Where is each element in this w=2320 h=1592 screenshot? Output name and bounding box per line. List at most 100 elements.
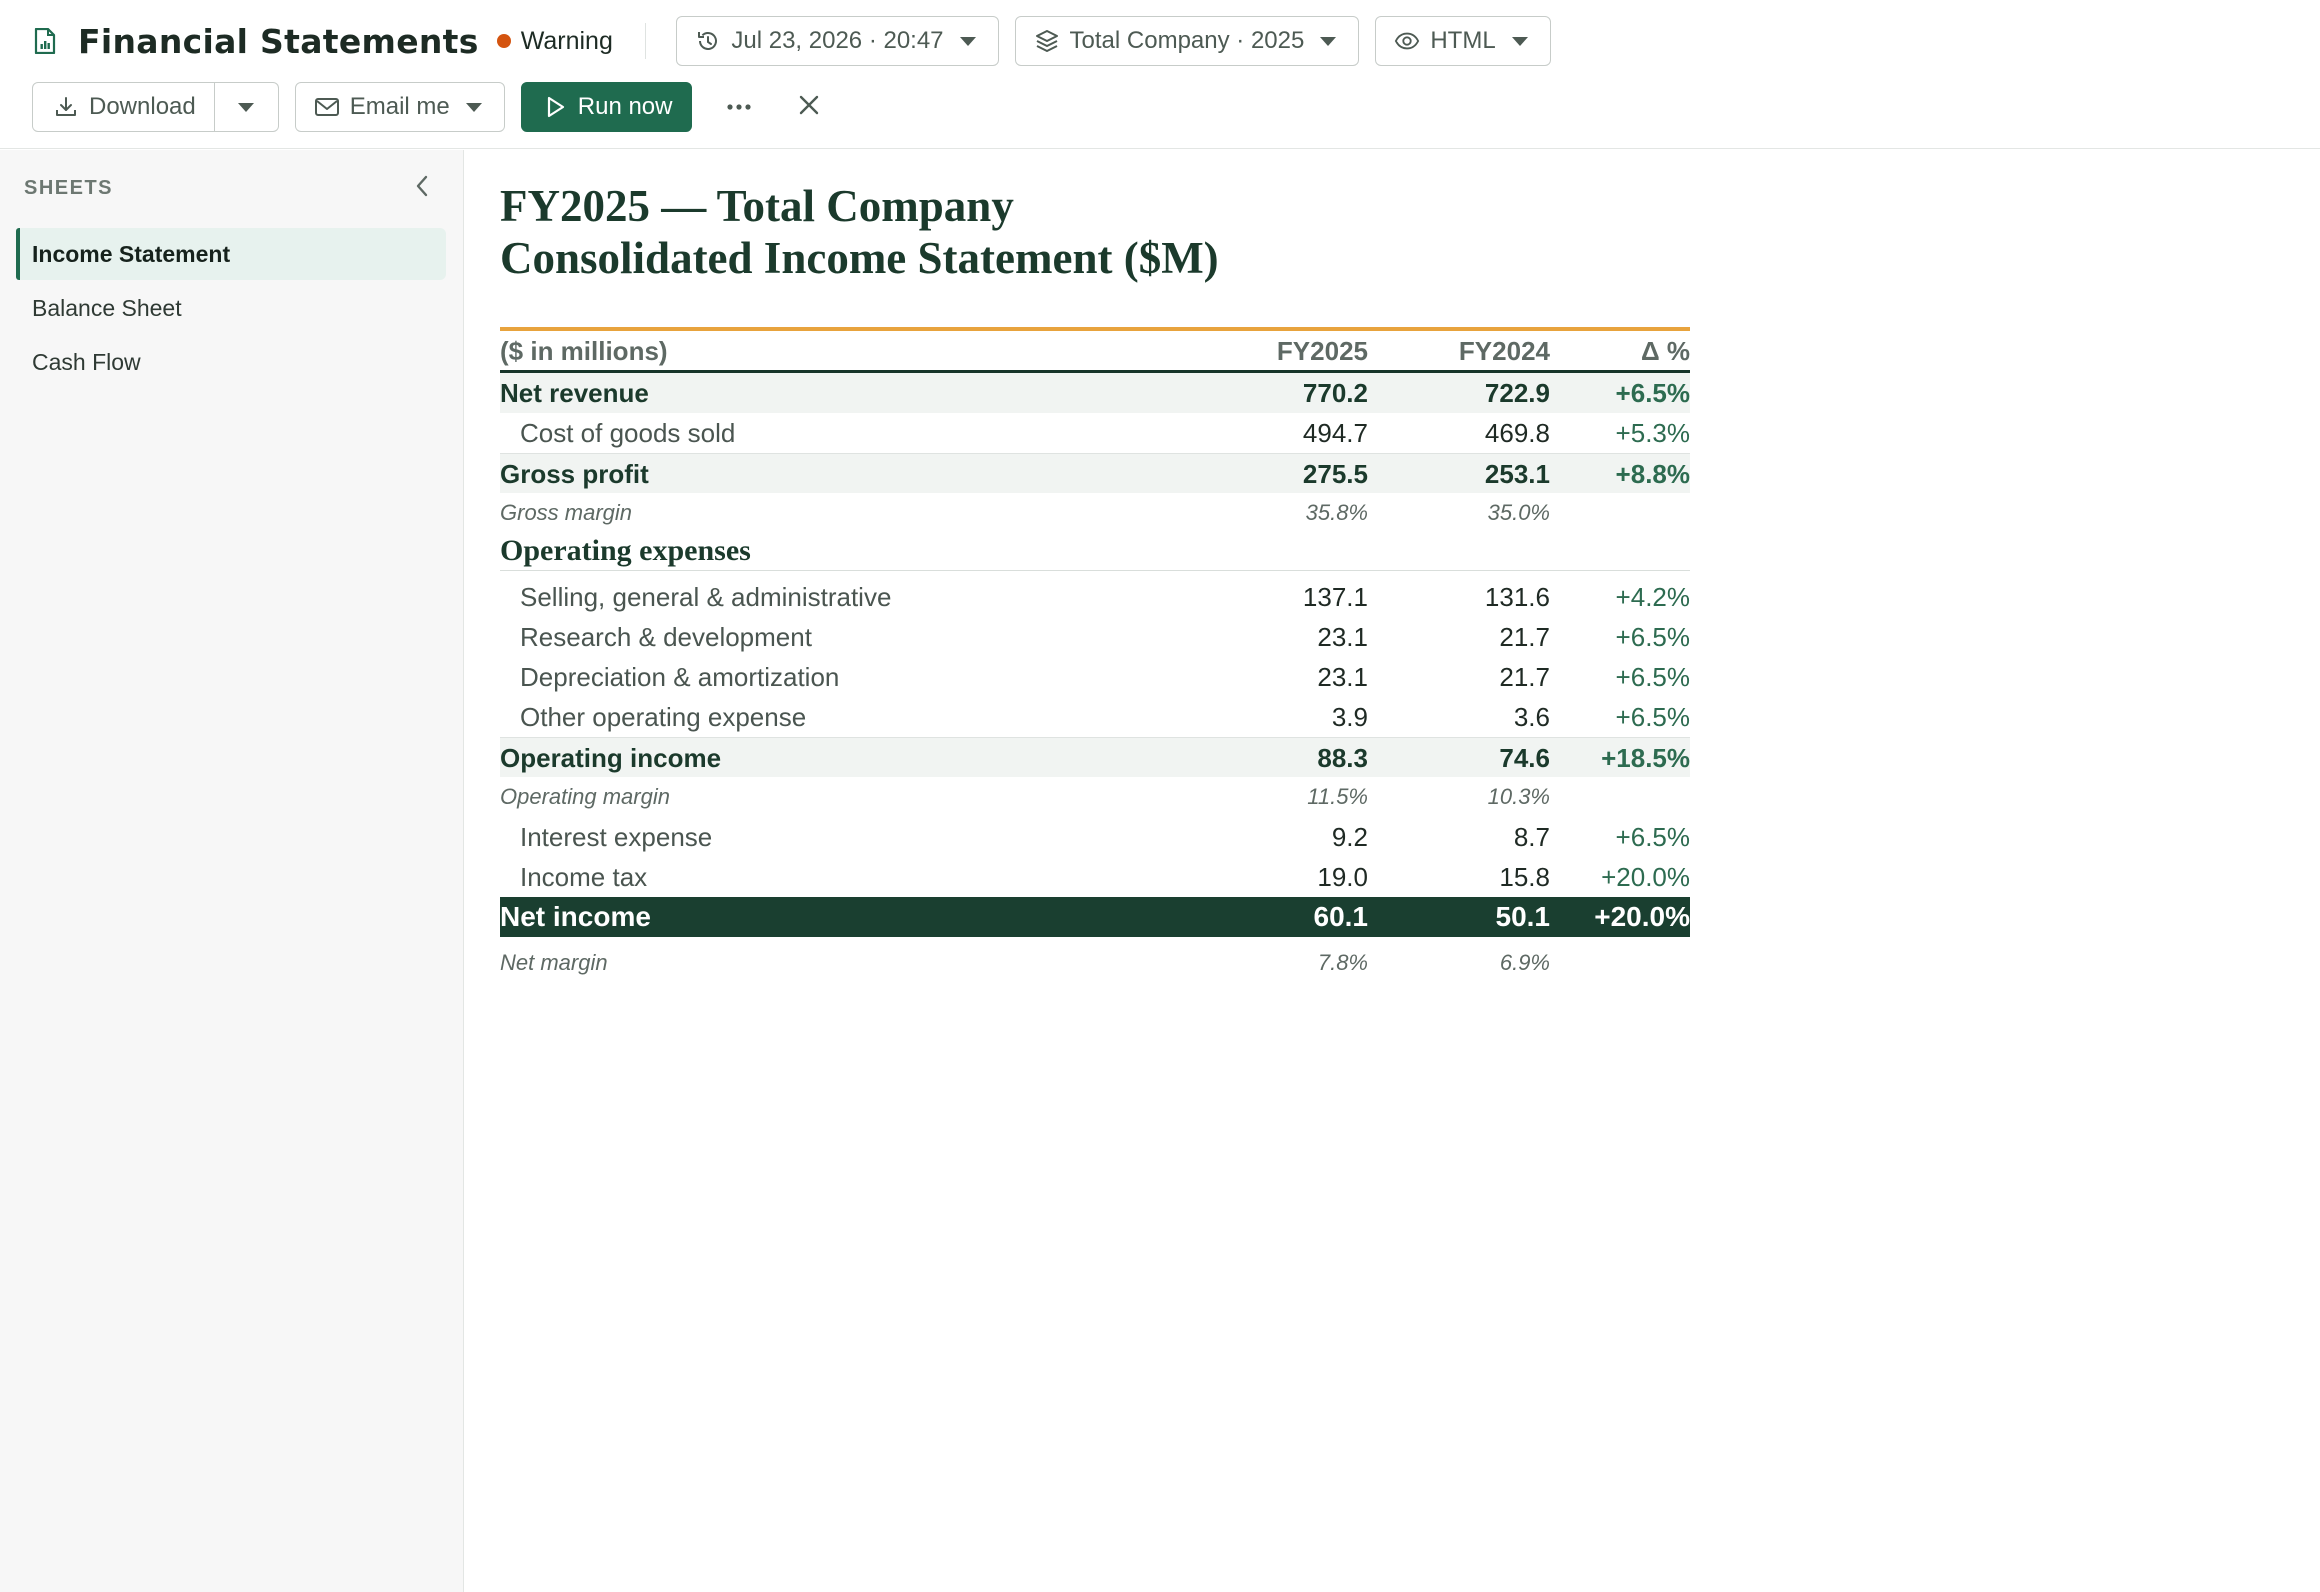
- report-header: Financial Statements Warning Jul 23, 202…: [0, 0, 2320, 149]
- scope-dropdown[interactable]: Total Company · 2025: [1014, 16, 1360, 66]
- value-fy2025: 60.1: [1313, 901, 1369, 932]
- row-depreciation: Depreciation & amortization 23.1 21.7 +6…: [500, 657, 1690, 697]
- email-label: Email me: [349, 93, 450, 120]
- value-delta: +6.5%: [1615, 622, 1690, 652]
- more-options-button[interactable]: [716, 84, 762, 130]
- close-icon: [798, 94, 820, 121]
- value-fy2024: 35.0%: [1487, 500, 1550, 525]
- column-header-label: ($ in millions): [500, 336, 668, 366]
- value-delta: +18.5%: [1601, 743, 1690, 773]
- download-label: Download: [89, 93, 196, 120]
- row-operating-margin: Operating margin 11.5% 10.3%: [500, 777, 1690, 817]
- row-label: Selling, general & administrative: [520, 582, 892, 612]
- chevron-down-icon: [959, 36, 976, 46]
- row-label: Income tax: [520, 862, 648, 892]
- report-title-line-1: FY2025 — Total Company: [500, 181, 1014, 231]
- value-delta: +20.0%: [1594, 901, 1690, 932]
- chevron-down-icon: [1320, 36, 1337, 46]
- value-fy2024: 131.6: [1484, 582, 1550, 612]
- value-delta: +8.8%: [1615, 459, 1690, 489]
- row-label: Net revenue: [500, 378, 649, 408]
- run-history-dropdown[interactable]: Jul 23, 2026 · 20:47: [676, 16, 999, 66]
- value-fy2024: 722.9: [1484, 378, 1550, 408]
- row-operating-income: Operating income 88.3 74.6 +18.5%: [500, 737, 1690, 777]
- report-title-line-2: Consolidated Income Statement ($M): [500, 233, 1219, 283]
- download-split-button: Download: [32, 82, 279, 132]
- collapse-sidebar-button[interactable]: [406, 172, 438, 204]
- value-delta: +4.2%: [1615, 582, 1690, 612]
- row-sga: Selling, general & administrative 137.1 …: [500, 577, 1690, 617]
- close-button[interactable]: [786, 84, 832, 130]
- value-fy2024: 74.6: [1499, 743, 1550, 773]
- sidebar-item-cash-flow[interactable]: Cash Flow: [16, 336, 446, 388]
- value-fy2025: 7.8%: [1317, 950, 1368, 975]
- row-label: Depreciation & amortization: [520, 662, 840, 692]
- status-label: Warning: [520, 26, 613, 55]
- mail-icon: [314, 94, 340, 120]
- sidebar-item-balance-sheet[interactable]: Balance Sheet: [16, 282, 446, 334]
- format-dropdown[interactable]: HTML: [1375, 16, 1551, 66]
- status-badge: Warning: [496, 26, 613, 56]
- row-label: Research & development: [520, 622, 812, 652]
- scope-label: Total Company · 2025: [1069, 27, 1305, 54]
- value-delta: +6.5%: [1615, 822, 1690, 852]
- value-fy2024: 15.8: [1499, 862, 1550, 892]
- header-divider: [644, 23, 647, 59]
- sidebar-item-label: Cash Flow: [32, 348, 141, 375]
- row-label: Interest expense: [520, 822, 713, 852]
- value-fy2025: 23.1: [1317, 622, 1368, 652]
- column-header-fy2025: FY2025: [1276, 336, 1368, 366]
- value-fy2025: 137.1: [1302, 582, 1368, 612]
- row-label: Net income: [500, 901, 651, 932]
- run-now-button[interactable]: Run now: [520, 82, 692, 132]
- history-icon: [695, 28, 721, 54]
- value-fy2024: 21.7: [1499, 622, 1550, 652]
- value-fy2024: 3.6: [1513, 702, 1550, 732]
- header-row-actions: Download Email me Run now: [32, 82, 856, 132]
- column-header-delta: Δ %: [1640, 336, 1690, 366]
- eye-icon: [1394, 28, 1420, 54]
- report-title-block: FY2025 — Total Company Consolidated Inco…: [500, 180, 1219, 284]
- value-fy2024: 50.1: [1495, 901, 1551, 932]
- value-fy2025: 88.3: [1317, 743, 1368, 773]
- value-fy2025: 9.2: [1331, 822, 1368, 852]
- row-label: Gross margin: [500, 500, 633, 525]
- column-header-fy2024: FY2024: [1458, 336, 1550, 366]
- value-fy2024: 253.1: [1484, 459, 1550, 489]
- value-delta: +6.5%: [1615, 662, 1690, 692]
- row-net-revenue: Net revenue 770.2 722.9 +6.5%: [500, 373, 1690, 413]
- sidebar-item-label: Income Statement: [32, 240, 231, 267]
- value-fy2025: 35.8%: [1305, 500, 1368, 525]
- value-fy2025: 770.2: [1302, 378, 1368, 408]
- section-heading: Operating expenses: [500, 534, 751, 567]
- download-options-button[interactable]: [214, 82, 279, 132]
- download-icon: [53, 94, 79, 120]
- row-gross-profit: Gross profit 275.5 253.1 +8.8%: [500, 453, 1690, 493]
- page-title: Financial Statements: [78, 21, 479, 61]
- format-label: HTML: [1430, 27, 1496, 54]
- sidebar-item-income-statement[interactable]: Income Statement: [16, 228, 446, 280]
- value-fy2025: 23.1: [1317, 662, 1368, 692]
- sidebar-heading: SHEETS: [24, 177, 114, 199]
- ellipsis-icon: [726, 98, 752, 116]
- value-delta: +6.5%: [1615, 702, 1690, 732]
- email-me-button[interactable]: Email me: [294, 82, 505, 132]
- warning-dot-icon: [496, 34, 511, 48]
- row-income-tax: Income tax 19.0 15.8 +20.0%: [500, 857, 1690, 897]
- income-statement-table: ($ in millions) FY2025 FY2024 Δ % Net re…: [500, 327, 1690, 983]
- value-fy2024: 6.9%: [1499, 950, 1550, 975]
- value-fy2025: 494.7: [1302, 418, 1368, 448]
- layers-icon: [1034, 28, 1060, 54]
- value-fy2024: 469.8: [1484, 418, 1550, 448]
- value-fy2025: 11.5%: [1307, 784, 1368, 809]
- row-label: Operating margin: [500, 784, 670, 809]
- download-button[interactable]: Download: [32, 82, 215, 132]
- header-row-title: Financial Statements Warning Jul 23, 202…: [32, 16, 1567, 66]
- value-fy2024: 8.7: [1513, 822, 1550, 852]
- run-now-label: Run now: [577, 93, 673, 120]
- table-header-row: ($ in millions) FY2025 FY2024 Δ %: [500, 331, 1690, 373]
- chevron-down-icon: [238, 102, 255, 112]
- value-delta: +6.5%: [1615, 378, 1690, 408]
- row-gross-margin: Gross margin 35.8% 35.0%: [500, 493, 1690, 533]
- row-rnd: Research & development 23.1 21.7 +6.5%: [500, 617, 1690, 657]
